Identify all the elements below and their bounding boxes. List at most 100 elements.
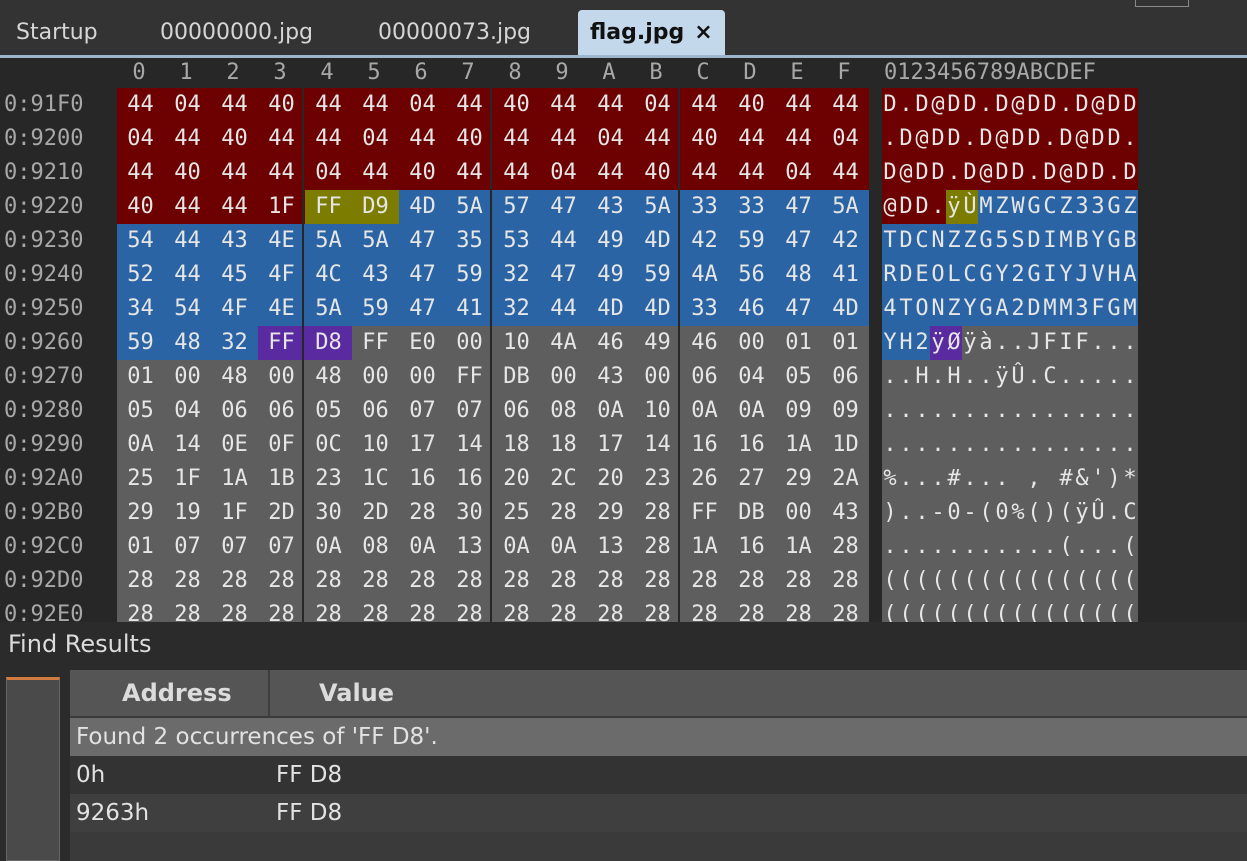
hex-byte[interactable]: 28 bbox=[634, 564, 681, 598]
ascii-char[interactable]: 2 bbox=[914, 326, 930, 360]
summary-row[interactable]: Found 2 occurrences of 'FF D8'. bbox=[70, 718, 1247, 756]
hex-byte[interactable]: 49 bbox=[587, 224, 634, 258]
hex-byte[interactable]: 06 bbox=[493, 394, 540, 428]
hex-byte[interactable]: DB bbox=[493, 360, 540, 394]
ascii-char[interactable]: C bbox=[914, 224, 930, 258]
ascii-char[interactable]: D bbox=[1026, 122, 1042, 156]
ascii-char[interactable]: ( bbox=[1058, 496, 1074, 530]
ascii-char[interactable]: & bbox=[1074, 462, 1090, 496]
ascii-char[interactable]: D bbox=[1026, 88, 1042, 122]
hex-byte[interactable]: 44 bbox=[164, 190, 211, 224]
ascii-char[interactable]: % bbox=[882, 462, 898, 496]
hex-byte[interactable]: 30 bbox=[305, 496, 352, 530]
ascii-char[interactable]: . bbox=[914, 428, 930, 462]
hex-byte[interactable]: 28 bbox=[258, 564, 305, 598]
hex-byte[interactable]: 20 bbox=[493, 462, 540, 496]
hex-byte[interactable]: 44 bbox=[634, 122, 681, 156]
ascii-char[interactable]: , bbox=[1026, 462, 1042, 496]
ascii-char[interactable]: D bbox=[994, 88, 1010, 122]
hex-byte[interactable]: 28 bbox=[117, 598, 164, 622]
ascii-char[interactable]: G bbox=[978, 292, 994, 326]
hex-byte[interactable]: FF bbox=[352, 326, 399, 360]
ascii-char[interactable]: . bbox=[914, 462, 930, 496]
ascii-char[interactable]: # bbox=[1058, 462, 1074, 496]
ascii-char[interactable]: D bbox=[1074, 88, 1090, 122]
ascii-char[interactable]: ( bbox=[1074, 598, 1090, 622]
ascii-char[interactable] bbox=[1010, 462, 1026, 496]
ascii-char[interactable]: ( bbox=[946, 598, 962, 622]
hex-byte[interactable]: 40 bbox=[164, 156, 211, 190]
ascii-char[interactable]: . bbox=[1058, 360, 1074, 394]
ascii-char[interactable]: . bbox=[978, 88, 994, 122]
ascii-char[interactable]: H bbox=[898, 326, 914, 360]
hex-byte[interactable]: 28 bbox=[587, 564, 634, 598]
hex-byte[interactable]: 30 bbox=[446, 496, 493, 530]
ascii-char[interactable]: G bbox=[1106, 190, 1122, 224]
hex-byte[interactable]: 29 bbox=[775, 462, 822, 496]
ascii-char[interactable]: . bbox=[1106, 360, 1122, 394]
hex-byte[interactable]: 59 bbox=[117, 326, 164, 360]
ascii-char[interactable]: D bbox=[1074, 156, 1090, 190]
ascii-char[interactable]: 0 bbox=[946, 496, 962, 530]
hex-byte[interactable]: 28 bbox=[352, 598, 399, 622]
hex-byte[interactable]: 28 bbox=[164, 564, 211, 598]
ascii-char[interactable]: . bbox=[1042, 428, 1058, 462]
ascii-char[interactable]: D bbox=[882, 156, 898, 190]
ascii-char[interactable]: . bbox=[914, 496, 930, 530]
ascii-char[interactable]: . bbox=[930, 428, 946, 462]
ascii-char[interactable]: . bbox=[962, 122, 978, 156]
ascii-char[interactable]: Z bbox=[994, 190, 1010, 224]
hex-byte[interactable]: 43 bbox=[211, 224, 258, 258]
ascii-char[interactable]: ( bbox=[1026, 598, 1042, 622]
hex-byte[interactable]: 13 bbox=[446, 530, 493, 564]
ascii-char[interactable]: . bbox=[1010, 326, 1026, 360]
hex-byte[interactable]: 43 bbox=[352, 258, 399, 292]
hex-byte[interactable]: 04 bbox=[117, 122, 164, 156]
ascii-char[interactable]: C bbox=[1042, 190, 1058, 224]
ascii-char[interactable]: . bbox=[930, 360, 946, 394]
ascii-char[interactable]: J bbox=[1026, 326, 1042, 360]
hex-byte[interactable]: 09 bbox=[775, 394, 822, 428]
ascii-char[interactable]: Y bbox=[1090, 224, 1106, 258]
ascii-char[interactable]: ( bbox=[1058, 564, 1074, 598]
ascii-char[interactable]: J bbox=[1074, 258, 1090, 292]
ascii-char[interactable]: O bbox=[930, 258, 946, 292]
hex-byte[interactable]: 4C bbox=[305, 258, 352, 292]
hex-byte[interactable]: 45 bbox=[211, 258, 258, 292]
hex-byte[interactable]: 44 bbox=[587, 156, 634, 190]
ascii-char[interactable]: D bbox=[898, 122, 914, 156]
ascii-char[interactable]: ( bbox=[1122, 564, 1138, 598]
ascii-char[interactable]: ÿ bbox=[1074, 496, 1090, 530]
hex-byte[interactable]: 19 bbox=[164, 496, 211, 530]
hex-byte[interactable]: 05 bbox=[117, 394, 164, 428]
hex-byte[interactable]: 44 bbox=[164, 224, 211, 258]
ascii-char[interactable]: . bbox=[882, 530, 898, 564]
hex-byte[interactable]: 4E bbox=[258, 224, 305, 258]
hex-byte[interactable]: 47 bbox=[399, 292, 446, 326]
ascii-char[interactable]: . bbox=[882, 428, 898, 462]
hex-byte[interactable]: 44 bbox=[540, 224, 587, 258]
ascii-char[interactable]: . bbox=[946, 156, 962, 190]
hex-byte[interactable]: 44 bbox=[258, 122, 305, 156]
ascii-char[interactable]: ( bbox=[1090, 564, 1106, 598]
hex-byte[interactable]: 44 bbox=[446, 156, 493, 190]
ascii-char[interactable]: % bbox=[1010, 496, 1026, 530]
hex-byte[interactable]: FF bbox=[446, 360, 493, 394]
ascii-char[interactable]: . bbox=[882, 394, 898, 428]
hex-byte[interactable]: 0C bbox=[305, 428, 352, 462]
tab-startup[interactable]: Startup bbox=[16, 10, 98, 56]
ascii-char[interactable]: . bbox=[914, 394, 930, 428]
hex-byte[interactable]: 46 bbox=[587, 326, 634, 360]
ascii-char[interactable]: . bbox=[1074, 360, 1090, 394]
hex-byte[interactable]: 46 bbox=[681, 326, 728, 360]
hex-byte[interactable]: 28 bbox=[681, 598, 728, 622]
ascii-char[interactable]: B bbox=[1122, 224, 1138, 258]
hex-byte[interactable]: 01 bbox=[775, 326, 822, 360]
ascii-char[interactable]: . bbox=[1122, 326, 1138, 360]
hex-byte[interactable]: 48 bbox=[211, 360, 258, 394]
ascii-char[interactable]: D bbox=[930, 122, 946, 156]
hex-byte[interactable]: 28 bbox=[587, 598, 634, 622]
hex-byte[interactable]: 1F bbox=[164, 462, 211, 496]
hex-byte[interactable]: 44 bbox=[822, 88, 869, 122]
ascii-char[interactable]: . bbox=[1106, 496, 1122, 530]
